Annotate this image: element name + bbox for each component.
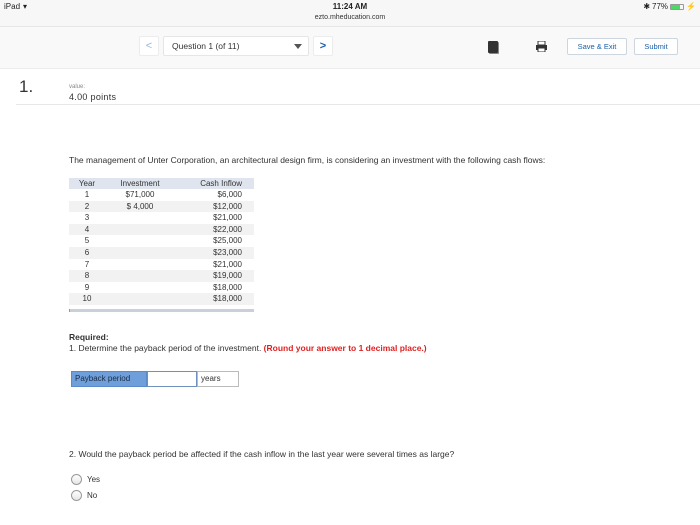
chevron-down-icon bbox=[294, 44, 302, 49]
cell-cash-inflow: $21,000 bbox=[213, 213, 242, 223]
radio-no[interactable] bbox=[71, 490, 82, 501]
print-icon[interactable] bbox=[536, 41, 547, 52]
cell-year: 10 bbox=[69, 293, 105, 305]
table-row: 3 $21,000 bbox=[69, 212, 254, 224]
status-bar: iPad ▾ 11:24 AM ezto.mheducation.com ✱ 7… bbox=[0, 0, 700, 27]
payback-period-label: Payback period bbox=[71, 371, 147, 387]
battery-icon bbox=[670, 3, 685, 10]
cell-cash-inflow: $12,000 bbox=[175, 200, 254, 213]
cell-year: 7 bbox=[84, 259, 90, 269]
question-select[interactable]: Question 1 (of 11) bbox=[163, 36, 309, 56]
battery-fill bbox=[671, 4, 681, 9]
url-bar[interactable]: ezto.mheducation.com bbox=[0, 14, 700, 21]
question-select-value: Question 1 (of 11) bbox=[172, 41, 240, 51]
table-row: 7 $21,000 bbox=[69, 259, 254, 271]
cell-cash-inflow: $25,000 bbox=[213, 236, 242, 246]
part-1-prompt: 1. Determine the payback period of the i… bbox=[69, 343, 427, 353]
cell-year: 6 bbox=[69, 246, 105, 259]
question-intro: The management of Unter Corporation, an … bbox=[69, 155, 546, 165]
column-header-cash-inflow: Cash Inflow bbox=[175, 178, 254, 189]
payback-unit-label: years bbox=[197, 371, 239, 387]
ebook-icon[interactable] bbox=[488, 41, 498, 53]
column-header-investment: Investment bbox=[105, 178, 175, 189]
part-1-text: 1. Determine the payback period of the i… bbox=[69, 343, 264, 353]
charging-icon: ⚡ bbox=[686, 2, 696, 11]
part-2-prompt: 2. Would the payback period be affected … bbox=[69, 449, 455, 459]
cell-investment bbox=[105, 212, 175, 224]
rounding-note: (Round your answer to 1 decimal place.) bbox=[263, 343, 427, 353]
table-row: 4 $22,000 bbox=[69, 223, 254, 236]
previous-question-button[interactable]: < bbox=[139, 36, 159, 56]
bluetooth-icon: ✱ bbox=[643, 2, 651, 11]
question-number: 1. bbox=[19, 77, 34, 96]
value-label: value: bbox=[69, 84, 86, 90]
cell-year: 4 bbox=[69, 223, 105, 236]
payback-period-input[interactable] bbox=[147, 371, 197, 387]
cell-cash-inflow: $18,000 bbox=[175, 293, 254, 305]
radio-yes[interactable] bbox=[71, 474, 82, 485]
option-no[interactable]: No bbox=[71, 490, 97, 501]
option-no-label: No bbox=[87, 491, 98, 500]
table-header-row: Year Investment Cash Inflow bbox=[69, 178, 254, 189]
cell-investment bbox=[105, 246, 175, 259]
cell-investment bbox=[105, 293, 175, 305]
table-row: 2 $ 4,000 $12,000 bbox=[69, 200, 254, 213]
submit-button[interactable]: Submit bbox=[634, 38, 678, 55]
table-row: 5 $25,000 bbox=[69, 235, 254, 247]
clock: 11:24 AM bbox=[332, 2, 368, 11]
cell-cash-inflow: $19,000 bbox=[175, 270, 254, 282]
battery-percent: 77% bbox=[652, 2, 669, 11]
cell-cash-inflow: $6,000 bbox=[217, 190, 242, 199]
cell-investment bbox=[105, 270, 175, 282]
question-toolbar: < Question 1 (of 11) > Save & Exit Submi… bbox=[0, 27, 700, 69]
cell-investment: $71,000 bbox=[125, 190, 155, 199]
table-row: 9 $18,000 bbox=[69, 282, 254, 294]
column-header-year: Year bbox=[69, 178, 105, 189]
question-points: 4.00 points bbox=[69, 92, 117, 102]
cell-year: 9 bbox=[84, 282, 90, 292]
cell-cash-inflow: $23,000 bbox=[175, 246, 254, 259]
table-row: 6 $23,000 bbox=[69, 246, 254, 259]
cell-year: 2 bbox=[69, 200, 105, 213]
cash-flow-table: Year Investment Cash Inflow 1 $71,000 $6,0… bbox=[69, 178, 254, 305]
cell-cash-inflow: $21,000 bbox=[213, 259, 242, 269]
cell-cash-inflow: $22,000 bbox=[175, 223, 254, 236]
option-yes[interactable]: Yes bbox=[71, 474, 100, 485]
cell-investment bbox=[105, 282, 175, 294]
cell-investment bbox=[105, 235, 175, 247]
option-yes-label: Yes bbox=[87, 475, 101, 484]
table-row: 1 $71,000 $6,000 bbox=[69, 189, 254, 201]
required-heading: Required: bbox=[69, 332, 109, 342]
table-row: 8 $19,000 bbox=[69, 270, 254, 282]
table-row: 10 $18,000 bbox=[69, 293, 254, 305]
table-footer bbox=[69, 309, 254, 312]
cell-year: 8 bbox=[69, 270, 105, 282]
divider bbox=[16, 104, 700, 105]
cell-investment bbox=[105, 223, 175, 236]
cell-cash-inflow: $18,000 bbox=[213, 282, 242, 292]
cell-year: 3 bbox=[84, 213, 90, 223]
cell-investment: $ 4,000 bbox=[105, 200, 175, 213]
cell-year: 1 bbox=[84, 190, 90, 199]
save-exit-button[interactable]: Save & Exit bbox=[567, 38, 627, 55]
cell-year: 5 bbox=[84, 236, 90, 246]
next-question-button[interactable]: > bbox=[313, 36, 333, 56]
cell-investment bbox=[105, 259, 175, 271]
